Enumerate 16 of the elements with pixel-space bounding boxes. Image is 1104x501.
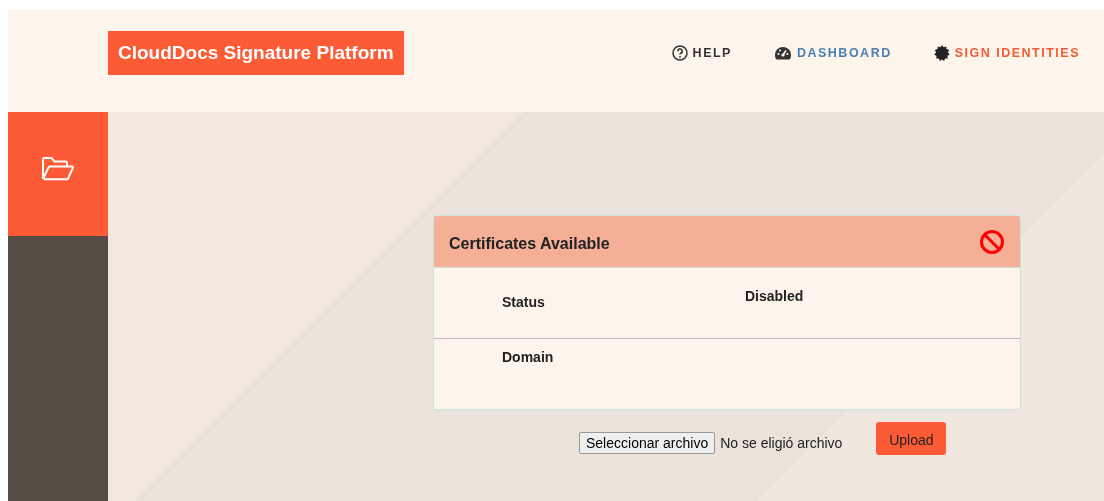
logo[interactable]: CloudDocs Signature Platform <box>108 31 404 75</box>
folder-icon <box>41 156 75 182</box>
choose-file-button[interactable]: Seleccionar archivo <box>579 432 716 454</box>
gauge-icon <box>773 45 792 61</box>
nav-link[interactable]: DASHBOARD <box>773 45 892 61</box>
card-title: Certificates Available <box>449 234 610 253</box>
field-label: Domain <box>502 349 554 365</box>
sidebar-item[interactable] <box>8 112 108 236</box>
field-label: Status <box>502 294 545 310</box>
file-status: No se eligió archivo <box>720 435 843 451</box>
upload-button[interactable]: Upload <box>876 422 947 455</box>
help-icon <box>671 45 688 61</box>
seal-icon <box>933 45 950 61</box>
nav-link[interactable]: HELP <box>671 45 732 61</box>
field-value: Disabled <box>745 288 804 304</box>
nav-link[interactable]: SIGN IDENTITIES <box>933 45 1080 61</box>
